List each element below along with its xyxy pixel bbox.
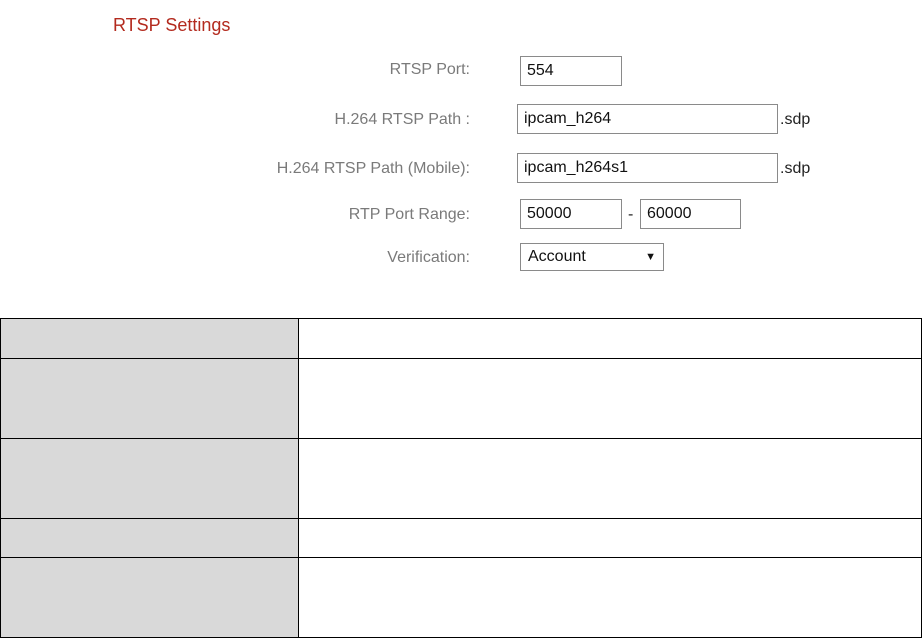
table-key-cell: [0, 438, 299, 519]
table-value-cell: [298, 318, 922, 359]
table-row: [0, 358, 922, 439]
table-value-cell: [298, 518, 922, 558]
verification-selected-value: Account: [528, 248, 586, 265]
table-value-cell: [298, 557, 922, 638]
table-key-cell: [0, 318, 299, 359]
verification-select[interactable]: Account ▼: [520, 243, 664, 271]
h264-path-input[interactable]: [517, 104, 778, 134]
table-value-cell: [298, 438, 922, 519]
rtp-port-start-input[interactable]: [520, 199, 622, 229]
h264-mobile-path-input[interactable]: [517, 153, 778, 183]
rtsp-port-label: RTSP Port:: [389, 61, 470, 78]
h264-mobile-path-label: H.264 RTSP Path (Mobile):: [276, 160, 470, 177]
verification-label: Verification:: [387, 249, 470, 266]
table-row: [0, 518, 922, 558]
rtp-port-range-separator: -: [628, 206, 634, 223]
table-value-cell: [298, 358, 922, 439]
table-key-cell: [0, 557, 299, 638]
table-key-cell: [0, 358, 299, 439]
rtp-port-range-label: RTP Port Range:: [348, 206, 470, 223]
table-key-cell: [0, 518, 299, 558]
h264-path-label: H.264 RTSP Path :: [334, 111, 470, 128]
dropdown-arrow-icon: ▼: [645, 251, 656, 263]
section-title: RTSP Settings: [113, 15, 231, 35]
rtsp-port-input[interactable]: [520, 56, 622, 86]
table-row: [0, 318, 922, 359]
h264-mobile-path-suffix: .sdp: [780, 160, 811, 177]
table-row: [0, 438, 922, 519]
rtp-port-end-input[interactable]: [640, 199, 741, 229]
table-row: [0, 557, 922, 638]
h264-path-suffix: .sdp: [780, 111, 811, 128]
settings-description-table: [0, 318, 922, 638]
